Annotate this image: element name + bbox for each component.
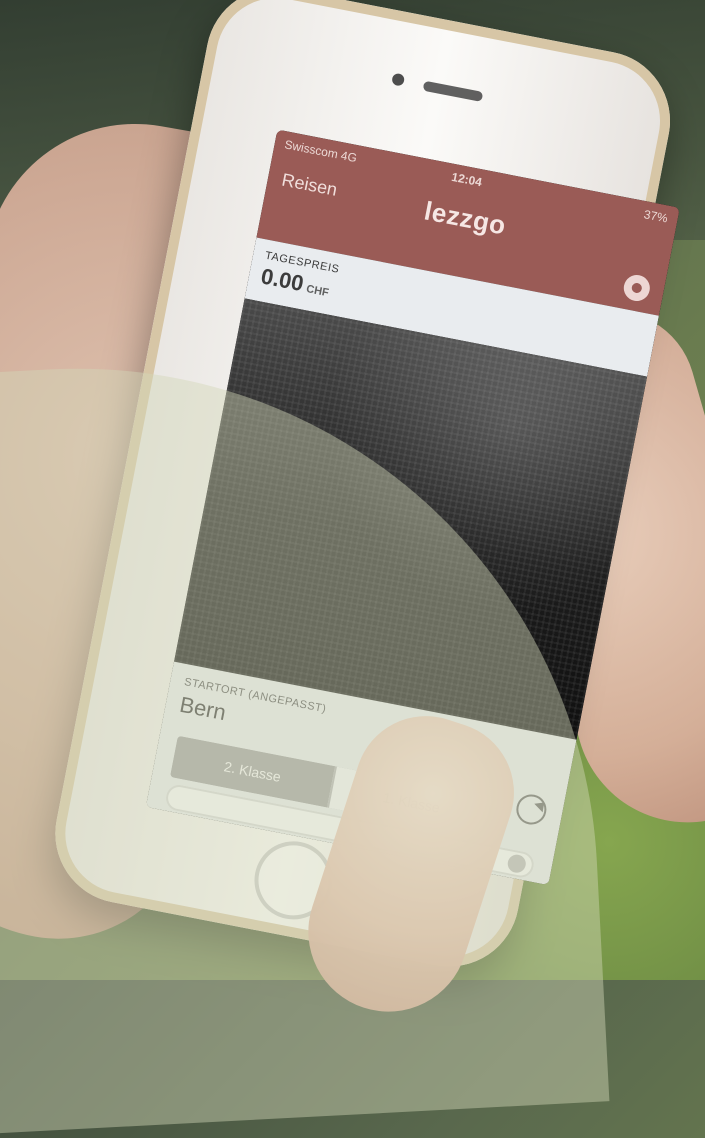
back-button[interactable]: Reisen xyxy=(280,170,339,201)
carrier-text: Swisscom 4G xyxy=(283,137,359,166)
app-logo: lezzgo xyxy=(421,195,509,241)
status-time: 12:04 xyxy=(450,169,484,190)
front-camera-icon xyxy=(391,72,406,87)
earpiece xyxy=(422,80,484,102)
gear-icon[interactable] xyxy=(621,272,653,304)
price-currency: CHF xyxy=(305,283,330,300)
battery-text: 37% xyxy=(642,207,669,226)
